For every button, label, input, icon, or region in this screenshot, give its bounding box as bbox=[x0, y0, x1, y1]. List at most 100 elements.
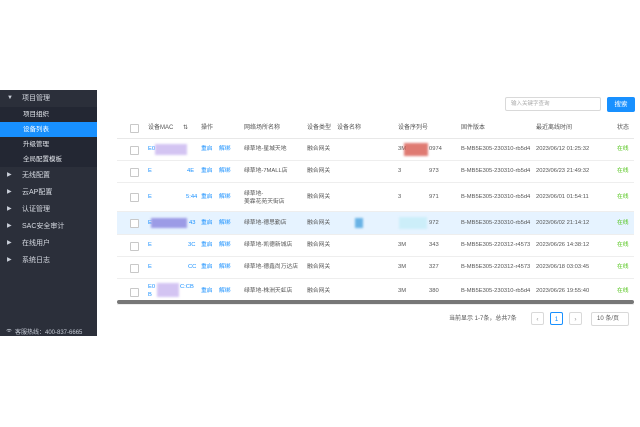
place-cell: 绿草地-德鑫尚万达店 bbox=[244, 264, 299, 270]
unbind-link[interactable]: 解绑 bbox=[219, 139, 231, 160]
mac-link[interactable]: E bbox=[148, 161, 152, 182]
row-checkbox[interactable] bbox=[130, 146, 139, 155]
last-offline-cell: 2023/06/23 21:49:32 bbox=[536, 168, 590, 174]
redacted-block bbox=[355, 218, 363, 228]
caret-right-icon: ▶ bbox=[7, 172, 12, 178]
col-name[interactable]: 设备名称 bbox=[337, 118, 361, 138]
col-place[interactable]: 网络场所名称 bbox=[244, 118, 280, 138]
mac-link[interactable]: E bbox=[148, 257, 152, 278]
sidebar-item-device-list[interactable]: 设备列表 bbox=[0, 122, 97, 137]
table-row[interactable]: E 4E 重启 解绑 绿草地-7MALL店 融合网关 3 973 B-MB5E3… bbox=[117, 161, 634, 183]
mac-link[interactable]: E bbox=[148, 183, 152, 211]
reboot-link[interactable]: 重启 bbox=[201, 161, 213, 182]
table-row[interactable]: E 3C 重启 解绑 绿草地-凯德新城店 融合网关 3M 343 B-MB5E3… bbox=[117, 235, 634, 257]
reboot-link[interactable]: 重启 bbox=[201, 183, 213, 211]
device-table: 设备MAC ⇅ 操作 网络场所名称 设备类型 设备名称 设备序列号 固件版本 最… bbox=[117, 118, 634, 305]
sidebar-group-project-management[interactable]: ▼ 项目管理 bbox=[0, 90, 97, 107]
mac-link[interactable]: E0 bbox=[148, 283, 155, 291]
status-badge: 在线 bbox=[617, 220, 629, 226]
table-row[interactable]: E0 重启 解绑 绿草地-星城天地 融合网关 3M 0974 B-MB5E305… bbox=[117, 139, 634, 161]
redacted-block bbox=[155, 144, 187, 155]
sidebar-group-wireless[interactable]: ▶ 无线配置 bbox=[0, 167, 97, 184]
select-all-checkbox[interactable] bbox=[130, 124, 139, 133]
mac-link-line2[interactable]: B bbox=[148, 291, 152, 299]
page-1-button[interactable]: 1 bbox=[550, 312, 563, 325]
reboot-link[interactable]: 重启 bbox=[201, 257, 213, 278]
serial-cell: 0974 bbox=[429, 146, 442, 152]
col-mac[interactable]: 设备MAC bbox=[148, 118, 173, 138]
prev-page-button[interactable]: ‹ bbox=[531, 312, 544, 325]
mac-link-tail[interactable]: 43 bbox=[189, 212, 195, 234]
reboot-link[interactable]: 重启 bbox=[201, 235, 213, 256]
mac-link-tail[interactable]: C:CB bbox=[180, 283, 194, 291]
reboot-link[interactable]: 重启 bbox=[201, 212, 213, 234]
unbind-link[interactable]: 解绑 bbox=[219, 212, 231, 234]
caret-right-icon: ▶ bbox=[7, 189, 12, 195]
sidebar-group-sac-audit[interactable]: ▶ SAC安全审计 bbox=[0, 218, 97, 235]
last-offline-cell: 2023/06/18 03:03:45 bbox=[536, 264, 590, 270]
row-checkbox[interactable] bbox=[130, 264, 139, 273]
col-last-offline[interactable]: 最近离线时间 bbox=[536, 118, 572, 138]
sidebar-item-upgrade[interactable]: 升级管理 bbox=[0, 137, 97, 152]
reboot-link[interactable]: 重启 bbox=[201, 139, 213, 160]
mac-link-tail[interactable]: 5:44 bbox=[186, 183, 197, 211]
status-badge: 在线 bbox=[617, 194, 629, 200]
unbind-link[interactable]: 解绑 bbox=[219, 235, 231, 256]
firmware-cell: B-MB5E305-230310-rb5d4 bbox=[461, 194, 531, 200]
table-row[interactable]: E 5:44 重启 解绑 绿草地- 美霖花苑天街店 融合网关 3 971 B-M… bbox=[117, 183, 634, 212]
place-cell: 绿草地-凯德新城店 bbox=[244, 242, 293, 248]
unbind-link[interactable]: 解绑 bbox=[219, 257, 231, 278]
next-page-button[interactable]: › bbox=[569, 312, 582, 325]
caret-right-icon: ▶ bbox=[7, 206, 12, 212]
table-header: 设备MAC ⇅ 操作 网络场所名称 设备类型 设备名称 设备序列号 固件版本 最… bbox=[117, 118, 634, 139]
row-checkbox[interactable] bbox=[130, 219, 139, 228]
sidebar-item-global-template[interactable]: 全局配置模板 bbox=[0, 152, 97, 167]
sidebar-group-system-log[interactable]: ▶ 系统日志 bbox=[0, 252, 97, 269]
serial-cell: 3 bbox=[398, 168, 402, 174]
serial-cell: 343 bbox=[429, 242, 439, 248]
sidebar-group-online-users[interactable]: ▶ 在线用户 bbox=[0, 235, 97, 252]
phone-icon bbox=[6, 328, 12, 332]
app-frame: ▼ 项目管理 项目组织 设备列表 升级管理 全局配置模板 ▶ 无线配置 ▶ 云A… bbox=[0, 90, 640, 336]
table-row[interactable]: E CC 重启 解绑 绿草地-德鑫尚万达店 融合网关 3M 327 B-MB5E… bbox=[117, 257, 634, 279]
serial-cell: 3M bbox=[398, 242, 407, 248]
row-checkbox[interactable] bbox=[130, 242, 139, 251]
last-offline-cell: 2023/06/01 01:54:11 bbox=[536, 194, 589, 200]
unbind-link[interactable]: 解绑 bbox=[219, 183, 231, 211]
firmware-cell: B-MB5E305-220312-r4573 bbox=[461, 264, 531, 270]
pagination-summary: 当前显示 1-7条，总共7条 bbox=[449, 316, 517, 322]
mac-link[interactable]: E bbox=[148, 235, 152, 256]
search-input[interactable]: 输入关键字查询 bbox=[505, 97, 601, 111]
firmware-cell: B-MB5E305-230310-rb5d4 bbox=[461, 146, 531, 152]
sidebar-group-cloud-ap[interactable]: ▶ 云AP配置 bbox=[0, 184, 97, 201]
sidebar-item-project-org[interactable]: 项目组织 bbox=[0, 107, 97, 122]
col-firmware[interactable]: 固件版本 bbox=[461, 118, 485, 138]
sort-icon[interactable]: ⇅ bbox=[183, 118, 188, 138]
hotline: 客服热线：400-837-6665 bbox=[6, 327, 82, 336]
col-serial[interactable]: 设备序列号 bbox=[398, 118, 428, 138]
page-size-select[interactable]: 10 条/页 bbox=[591, 312, 629, 326]
unbind-link[interactable]: 解绑 bbox=[219, 161, 231, 182]
col-status[interactable]: 状态 bbox=[617, 118, 629, 138]
row-checkbox[interactable] bbox=[130, 288, 139, 297]
last-offline-cell: 2023/06/02 21:14:12 bbox=[536, 220, 590, 226]
caret-right-icon: ▶ bbox=[7, 240, 12, 246]
main-content: 输入关键字查询 搜索 设备MAC ⇅ 操作 网络场所名称 设备类型 设备名称 设… bbox=[97, 90, 640, 336]
horizontal-scrollbar[interactable] bbox=[117, 300, 634, 304]
place-cell: 绿草地-7MALL店 bbox=[244, 168, 288, 174]
redacted-block bbox=[399, 217, 427, 229]
mac-link-tail[interactable]: 4E bbox=[187, 161, 194, 182]
firmware-cell: B-MB5E305-220312-r4573 bbox=[461, 242, 531, 248]
row-checkbox[interactable] bbox=[130, 193, 139, 202]
firmware-cell: B-MB5E305-230310-rb5d4 bbox=[461, 220, 531, 226]
last-offline-cell: 2023/06/26 14:38:12 bbox=[536, 242, 590, 248]
sidebar-group-auth[interactable]: ▶ 认证管理 bbox=[0, 201, 97, 218]
search-button[interactable]: 搜索 bbox=[607, 97, 635, 112]
caret-right-icon: ▶ bbox=[7, 223, 12, 229]
row-checkbox[interactable] bbox=[130, 168, 139, 177]
type-cell: 融合网关 bbox=[307, 168, 331, 174]
table-row[interactable]: E 43 重启 解绑 绿草地-德思勤店 融合网关 972 B-MB5E305-2… bbox=[117, 212, 634, 235]
col-type[interactable]: 设备类型 bbox=[307, 118, 331, 138]
mac-link-tail[interactable]: CC bbox=[188, 257, 196, 278]
mac-link-tail[interactable]: 3C bbox=[188, 235, 195, 256]
